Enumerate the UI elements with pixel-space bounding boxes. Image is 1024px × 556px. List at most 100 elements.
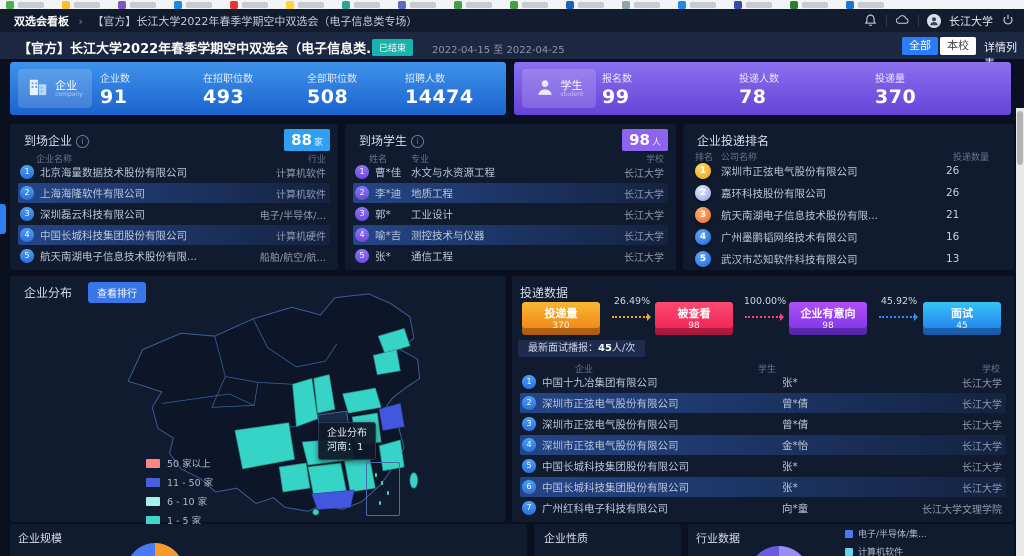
interview-row[interactable]: 1 中国十九冶集团有限公司 张* 长江大学 (520, 372, 1006, 392)
student-school: 长江大学 (624, 186, 668, 201)
company-card-sublabel: company (55, 91, 83, 98)
bookmark-favicon (790, 1, 798, 9)
bookmark-item[interactable] (734, 1, 772, 9)
bookmark-item[interactable] (230, 1, 268, 9)
interview-row[interactable]: 5 中国长城科技集团股份有限公司 张* 长江大学 (520, 456, 1006, 476)
nature-title: 企业性质 (544, 532, 588, 545)
ranking-row[interactable]: 4 广州墨鹏韬网络技术有限公司 16 (691, 226, 1006, 248)
table-row[interactable]: 3 深圳磊云科技有限公司 电子/半导体/... (18, 204, 330, 224)
rank-number: 3 (20, 207, 34, 221)
bookmark-item[interactable] (342, 1, 380, 9)
ranking-row[interactable]: 3 航天南湖电子信息技术股份有限... 21 (691, 204, 1006, 226)
cloud-sync-icon[interactable] (895, 13, 910, 28)
china-map[interactable] (28, 290, 488, 516)
bookmark-item[interactable] (678, 1, 716, 9)
rank-number: 7 (522, 501, 536, 515)
side-widget-tab[interactable] (0, 204, 6, 234)
student-school: 长江大学 (624, 228, 668, 243)
bookmark-item[interactable] (622, 1, 660, 9)
stat-company-count: 企业数91 (100, 70, 130, 108)
bookmark-item[interactable] (790, 1, 828, 9)
attend-companies-panel: 到场企业i 88家 企业名称 行业 1 北京海量数据技术股份有限公司 计算机软件… (10, 124, 338, 270)
bookmark-item[interactable] (6, 1, 44, 9)
bookmark-favicon (622, 1, 630, 9)
delivery-count: 21 (946, 209, 1006, 221)
table-row[interactable]: 4 中国长城科技集团股份有限公司 计算机硬件 (18, 225, 330, 245)
title-bar: 【官方】长江大学2022年春季学期空中双选会（电子信息类... 已结束 2022… (0, 32, 1024, 59)
arrow-right-icon (612, 316, 648, 318)
rank-number: 3 (522, 417, 536, 431)
bookmark-item[interactable] (118, 1, 156, 9)
student-name: 金*怡 (782, 438, 962, 453)
student-name: 张* (375, 249, 411, 264)
bookmark-label (130, 2, 156, 8)
stat-all-positions: 全部职位数508 (307, 70, 357, 108)
bookmark-item[interactable] (566, 1, 604, 9)
interview-row[interactable]: 7 广州红科电子科技有限公司 向*童 长江大学文理学院 (520, 498, 1006, 518)
delivery-count: 26 (946, 187, 1006, 199)
bookmark-item[interactable] (398, 1, 436, 9)
table-row[interactable]: 1 北京海量数据技术股份有限公司 计算机软件 (18, 162, 330, 182)
bookmark-label (410, 2, 436, 8)
table-row[interactable]: 5 张* 通信工程 长江大学 (353, 246, 668, 266)
student-school: 长江大学 (624, 207, 668, 222)
arrow-right-icon (879, 316, 915, 318)
table-row[interactable]: 1 曹*佳 水文与水资源工程 长江大学 (353, 162, 668, 182)
company-name: 中国长城科技集团股份有限公司 (40, 228, 276, 243)
bookmark-item[interactable] (454, 1, 492, 9)
company-name: 深圳市正弦电气股份有限公司 (542, 438, 782, 453)
user-name[interactable]: 长江大学 (949, 13, 993, 29)
logout-power-icon[interactable] (1001, 13, 1016, 28)
funnel-stage-delivered: 投递量370 (522, 302, 600, 335)
bookmark-favicon (566, 1, 574, 9)
filter-school-button[interactable]: 本校 (940, 37, 976, 55)
rank-number: 3 (355, 207, 369, 221)
interview-row[interactable]: 6 中国长城科技集团股份有限公司 张* 长江大学 (520, 477, 1006, 497)
company-scale-pie (126, 543, 184, 556)
ranking-row[interactable]: 5 武汉市芯知软件科技有限公司 13 (691, 248, 1006, 270)
legend-swatch (146, 497, 160, 506)
bookmark-item[interactable] (846, 1, 884, 9)
school-name: 长江大学 (962, 396, 1006, 411)
student-name: 张* (782, 459, 962, 474)
bookmark-label (578, 2, 604, 8)
company-distribution-panel: 企业分布 查看排行 (10, 276, 506, 522)
bookmark-favicon (62, 1, 70, 9)
table-row[interactable]: 4 喻*吉 测控技术与仪器 长江大学 (353, 225, 668, 245)
vertical-scrollbar[interactable] (1016, 108, 1024, 556)
bookmark-item[interactable] (62, 1, 100, 9)
bookmark-item[interactable] (174, 1, 212, 9)
bookmark-favicon (6, 1, 14, 9)
school-name: 长江大学 (962, 480, 1006, 495)
bookmark-label (858, 2, 884, 8)
ranking-row[interactable]: 1 深圳市正弦电气股份有限公司 26 (691, 160, 1006, 182)
scrollbar-thumb[interactable] (1017, 111, 1023, 165)
conversion-rate: 100.00% (742, 296, 788, 307)
student-major: 工业设计 (411, 207, 624, 222)
bookmark-item[interactable] (510, 1, 548, 9)
interview-row[interactable]: 3 深圳市正弦电气股份有限公司 曾*倩 长江大学 (520, 414, 1006, 434)
bookmark-favicon (734, 1, 742, 9)
browser-bookmarks-bar[interactable] (0, 0, 1024, 9)
interview-row[interactable]: 2 深圳市正弦电气股份有限公司 曾*倩 长江大学 (520, 393, 1006, 413)
info-icon[interactable]: i (411, 135, 424, 148)
company-card-tile: 企业 company (18, 69, 92, 108)
bookmark-item[interactable] (286, 1, 324, 9)
table-row[interactable]: 5 航天南湖电子信息技术股份有限... 船舶/航空/航... (18, 246, 330, 266)
bell-icon[interactable] (863, 13, 878, 28)
table-row[interactable]: 3 郭* 工业设计 长江大学 (353, 204, 668, 224)
info-icon[interactable]: i (76, 135, 89, 148)
funnel-stage-interested: 企业有意向98 (789, 302, 867, 335)
table-row[interactable]: 2 上海海隆软件有限公司 计算机软件 (18, 183, 330, 203)
legend-swatch (146, 459, 160, 468)
filter-all-button[interactable]: 全部 (902, 37, 938, 55)
interview-row[interactable]: 4 深圳市正弦电气股份有限公司 金*怡 长江大学 (520, 435, 1006, 455)
ranking-row[interactable]: 2 嘉环科技股份有限公司 26 (691, 182, 1006, 204)
industry-pie (748, 546, 810, 556)
user-avatar[interactable] (927, 14, 941, 28)
breadcrumb-root[interactable]: 双选会看板 (14, 15, 69, 28)
table-row[interactable]: 2 李*迪 地质工程 长江大学 (353, 183, 668, 203)
rank-number: 4 (522, 438, 536, 452)
bookmark-label (466, 2, 492, 8)
rank-number: 1 (355, 165, 369, 179)
